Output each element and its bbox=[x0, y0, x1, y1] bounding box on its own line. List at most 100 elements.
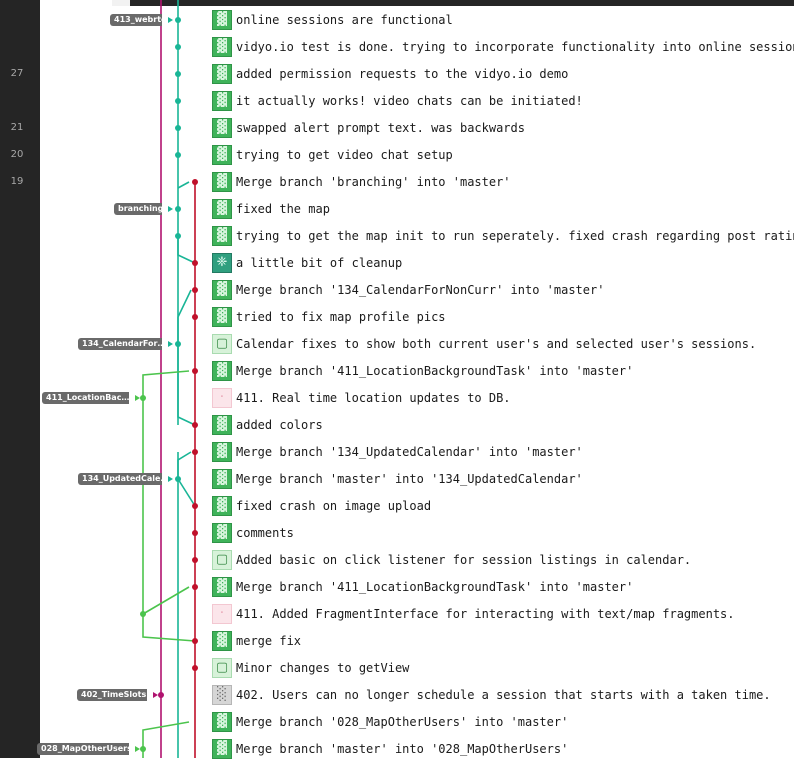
commit-graph bbox=[135, 0, 198, 758]
graph-edge bbox=[177, 289, 192, 344]
commit-node[interactable] bbox=[175, 152, 181, 158]
author-avatar-icon: ▓ bbox=[212, 361, 232, 381]
commit-node[interactable] bbox=[192, 422, 198, 428]
commit-node[interactable] bbox=[192, 260, 198, 266]
commit-row[interactable]: ▓ comments bbox=[212, 522, 794, 544]
author-avatar-icon: ▓ bbox=[212, 739, 232, 759]
commit-row[interactable]: ▓ Merge branch '411_LocationBackgroundTas… bbox=[212, 360, 794, 382]
commit-node[interactable] bbox=[192, 503, 198, 509]
commit-node[interactable] bbox=[192, 368, 198, 374]
branch-tag[interactable]: branching bbox=[114, 203, 162, 215]
commit-node[interactable] bbox=[175, 341, 181, 347]
commit-message: Merge branch '411_LocationBackgroundTask… bbox=[236, 580, 634, 594]
commit-message: tried to fix map profile pics bbox=[236, 310, 446, 324]
commit-message: 411. Real time location updates to DB. bbox=[236, 391, 511, 405]
commit-row[interactable]: · 411. Added FragmentInterface for intera… bbox=[212, 603, 794, 625]
commit-row[interactable]: ░ 402. Users can no longer schedule a ses… bbox=[212, 684, 794, 706]
branch-pointer-icon bbox=[168, 17, 173, 23]
commit-row[interactable]: ▓ trying to get video chat setup bbox=[212, 144, 794, 166]
commit-node[interactable] bbox=[192, 665, 198, 671]
commit-row[interactable]: ▓ tried to fix map profile pics bbox=[212, 306, 794, 328]
commit-row[interactable]: ▓ online sessions are functional bbox=[212, 9, 794, 31]
branch-tag[interactable]: 134_CalendarFor… bbox=[78, 338, 162, 350]
commit-node[interactable] bbox=[192, 584, 198, 590]
author-avatar-icon: ▓ bbox=[212, 523, 232, 543]
commit-message: Minor changes to getView bbox=[236, 661, 410, 675]
author-avatar-icon: ▓ bbox=[212, 145, 232, 165]
commit-node[interactable] bbox=[175, 17, 181, 23]
graph-edge bbox=[177, 478, 196, 507]
commit-message: fixed crash on image upload bbox=[236, 499, 432, 513]
branch-tag[interactable]: 028_MapOtherUsers bbox=[37, 743, 129, 755]
author-avatar-icon: ▓ bbox=[212, 631, 232, 651]
commit-message: Added basic on click listener for sessio… bbox=[236, 553, 692, 567]
commit-node[interactable] bbox=[140, 395, 146, 401]
commit-row[interactable]: ▓ merge fix bbox=[212, 630, 794, 652]
commit-node[interactable] bbox=[175, 44, 181, 50]
author-avatar-icon: ▓ bbox=[212, 280, 232, 300]
commit-node[interactable] bbox=[140, 611, 146, 617]
commit-node[interactable] bbox=[192, 530, 198, 536]
commit-node[interactable] bbox=[175, 206, 181, 212]
commit-message: vidyo.io test is done. trying to incorpo… bbox=[236, 40, 794, 54]
commit-row[interactable]: ▓ Merge branch 'master' into '028_MapOthe… bbox=[212, 738, 794, 760]
commit-message: comments bbox=[236, 526, 294, 540]
author-avatar-icon: ▓ bbox=[212, 442, 232, 462]
graph-edge bbox=[142, 586, 190, 615]
commit-node[interactable] bbox=[175, 98, 181, 104]
commit-message: Merge branch 'master' into '028_MapOther… bbox=[236, 742, 569, 756]
commit-row[interactable]: ▓ trying to get the map init to run seper… bbox=[212, 225, 794, 247]
commit-node[interactable] bbox=[140, 746, 146, 752]
commit-row[interactable]: ▓ swapped alert prompt text. was backward… bbox=[212, 117, 794, 139]
branch-pointer-icon bbox=[135, 395, 140, 401]
author-avatar-icon: ▓ bbox=[212, 37, 232, 57]
commit-node[interactable] bbox=[192, 179, 198, 185]
branch-tag[interactable]: 411_LocationBac… bbox=[42, 392, 129, 404]
commit-node[interactable] bbox=[192, 638, 198, 644]
commit-row[interactable]: ▓ fixed crash on image upload bbox=[212, 495, 794, 517]
commit-row[interactable]: ▢ Minor changes to getView bbox=[212, 657, 794, 679]
branch-tag[interactable]: 413_webrtc bbox=[110, 14, 162, 26]
commit-row[interactable]: · 411. Real time location updates to DB. bbox=[212, 387, 794, 409]
graph-edge bbox=[142, 721, 190, 749]
commit-row[interactable]: ❈ a little bit of cleanup bbox=[212, 252, 794, 274]
branch-tag[interactable]: 134_UpdatedCale… bbox=[78, 473, 162, 485]
commit-row[interactable]: ▓ it actually works! video chats can be i… bbox=[212, 90, 794, 112]
commit-row[interactable]: ▓ Merge branch 'branching' into 'master' bbox=[212, 171, 794, 193]
commit-message: merge fix bbox=[236, 634, 302, 648]
commit-message: 411. Added FragmentInterface for interac… bbox=[236, 607, 735, 621]
commit-message: a little bit of cleanup bbox=[236, 256, 403, 270]
commit-row[interactable]: ▓ Merge branch '411_LocationBackgroundTas… bbox=[212, 576, 794, 598]
commit-row[interactable]: ▓ Merge branch 'master' into '134_Updated… bbox=[212, 468, 794, 490]
commit-node[interactable] bbox=[175, 125, 181, 131]
branch-pointer-icon bbox=[168, 476, 173, 482]
commit-row[interactable]: ▓ Merge branch '028_MapOtherUsers' into '… bbox=[212, 711, 794, 733]
author-avatar-icon: ▓ bbox=[212, 496, 232, 516]
commit-row[interactable]: ▓ Merge branch '134_CalendarForNonCurr' i… bbox=[212, 279, 794, 301]
commit-row[interactable]: ▓ vidyo.io test is done. trying to incorp… bbox=[212, 36, 794, 58]
commit-node[interactable] bbox=[175, 71, 181, 77]
commit-row[interactable]: ▢ Added basic on click listener for sessi… bbox=[212, 549, 794, 571]
author-avatar-icon: ▓ bbox=[212, 10, 232, 30]
commit-node[interactable] bbox=[175, 476, 181, 482]
commit-message: Merge branch '028_MapOtherUsers' into 'm… bbox=[236, 715, 569, 729]
commit-row[interactable]: ▓ added permission requests to the vidyo.… bbox=[212, 63, 794, 85]
commit-message: Calendar fixes to show both current user… bbox=[236, 337, 757, 351]
commit-message: trying to get the map init to run sepera… bbox=[236, 229, 794, 243]
commit-node[interactable] bbox=[192, 557, 198, 563]
commit-row[interactable]: ▓ added colors bbox=[212, 414, 794, 436]
commit-row[interactable]: ▓ Merge branch '134_UpdatedCalendar' into… bbox=[212, 441, 794, 463]
commit-node[interactable] bbox=[158, 692, 164, 698]
graph-edge bbox=[177, 344, 196, 426]
commit-node[interactable] bbox=[192, 449, 198, 455]
commit-node[interactable] bbox=[175, 233, 181, 239]
graph-edge bbox=[177, 451, 192, 479]
author-avatar-icon: · bbox=[212, 388, 232, 408]
commit-row[interactable]: ▓ fixed the map bbox=[212, 198, 794, 220]
author-avatar-icon: ▓ bbox=[212, 712, 232, 732]
commit-node[interactable] bbox=[192, 314, 198, 320]
branch-tag[interactable]: 402_TimeSlots bbox=[77, 689, 147, 701]
commit-node[interactable] bbox=[192, 287, 198, 293]
commit-row[interactable]: ▢ Calendar fixes to show both current use… bbox=[212, 333, 794, 355]
graph-edge bbox=[177, 181, 190, 189]
